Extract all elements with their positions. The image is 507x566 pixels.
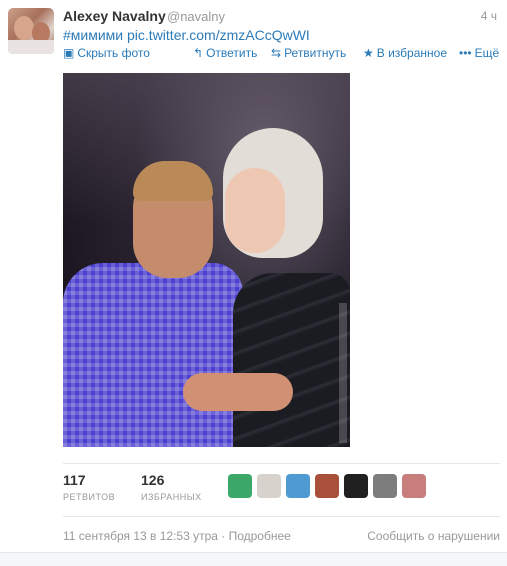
retweet-button[interactable]: ⇆ Ретвитнуть: [271, 46, 346, 60]
tweet-photo[interactable]: [63, 73, 350, 447]
star-icon: ★: [363, 46, 374, 60]
report-link[interactable]: Сообщить о нарушении: [367, 529, 500, 543]
photo-woman-body: [233, 273, 350, 447]
reply-icon: ↰: [193, 46, 204, 60]
tweet-time[interactable]: 4 ч: [481, 9, 497, 23]
tweet-date[interactable]: 11 сентября 13 в 12:53 утра · Подробнее: [63, 529, 291, 543]
avatar-face: [14, 16, 34, 40]
tweet-text[interactable]: #мимими pic.twitter.com/zmzACcQwWI: [63, 27, 310, 43]
favorites-stat[interactable]: 126 ИЗБРАННЫХ: [141, 472, 202, 502]
favoriter-avatar[interactable]: [402, 474, 426, 498]
tweet-actions: ▣ Скрыть фото ↰ Ответить ⇆ Ретвитнуть ★ В из…: [63, 46, 500, 62]
divider: [63, 516, 500, 517]
hide-photo-button[interactable]: ▣ Скрыть фото: [63, 46, 150, 60]
more-icon: •••: [459, 46, 472, 60]
photo-hands: [183, 373, 293, 411]
favoriter-avatar[interactable]: [344, 474, 368, 498]
favoriter-avatar[interactable]: [228, 474, 252, 498]
favoriter-avatar[interactable]: [373, 474, 397, 498]
favoriter-avatar[interactable]: [315, 474, 339, 498]
avatar-shirt: [8, 40, 54, 54]
tweet: Alexey Navalny @navalny 4 ч #мимими pic.…: [0, 0, 507, 566]
more-button[interactable]: ••• Ещё: [459, 46, 499, 60]
photo-woman-face: [225, 168, 285, 253]
photo-icon: ▣: [63, 46, 75, 60]
favoriter-avatar[interactable]: [286, 474, 310, 498]
photo-man-body: [63, 263, 243, 447]
retweets-count: 117: [63, 472, 86, 488]
retweets-stat[interactable]: 117 РЕТВИТОВ: [63, 472, 115, 502]
divider: [63, 463, 500, 464]
reply-label: Ответить: [206, 46, 258, 60]
hide-photo-label: Скрыть фото: [77, 46, 150, 60]
avatar[interactable]: [8, 8, 54, 54]
photo-credit: [339, 303, 347, 443]
retweet-label: Ретвитнуть: [284, 46, 347, 60]
favoriter-avatar[interactable]: [257, 474, 281, 498]
favorites-count: 126: [141, 472, 165, 488]
bottom-bar: [0, 552, 507, 566]
retweet-icon: ⇆: [271, 46, 282, 60]
favorite-label: В избранное: [376, 46, 447, 60]
favorite-button[interactable]: ★ В избранное: [363, 46, 447, 60]
more-label: Ещё: [474, 46, 500, 60]
retweets-label: РЕТВИТОВ: [63, 492, 116, 502]
author-handle[interactable]: @navalny: [167, 9, 225, 24]
reply-button[interactable]: ↰ Ответить: [193, 46, 257, 60]
author-name[interactable]: Alexey Navalny: [63, 8, 166, 24]
favorites-label: ИЗБРАННЫХ: [141, 492, 202, 502]
